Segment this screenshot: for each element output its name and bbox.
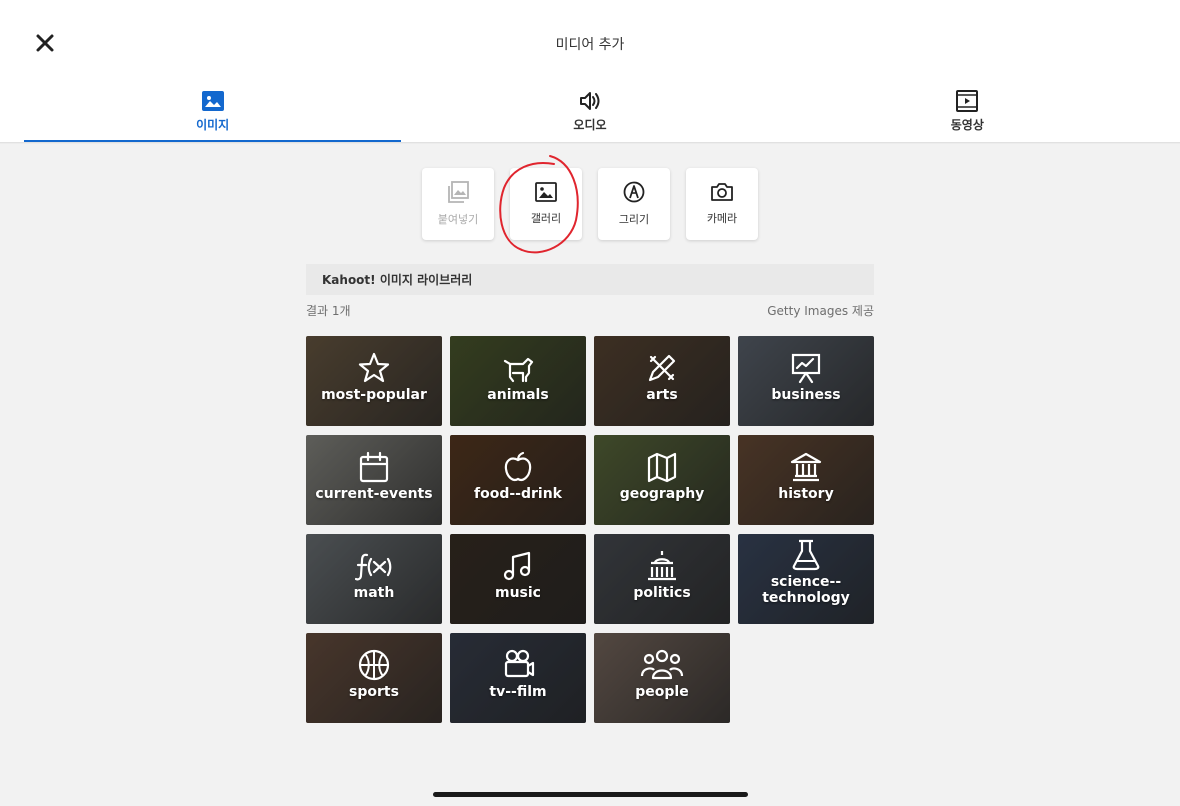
tab-audio[interactable]: 오디오 xyxy=(401,78,778,143)
category-tile[interactable]: sports xyxy=(306,633,442,723)
draw-label: 그리기 xyxy=(618,213,650,226)
tab-image[interactable]: 이미지 xyxy=(24,78,402,143)
category-tile[interactable]: arts xyxy=(594,336,730,426)
music-note-icon xyxy=(503,551,531,581)
camera-label: 카메라 xyxy=(706,212,738,225)
category-tile[interactable]: food--drink xyxy=(450,435,586,525)
animal-icon xyxy=(503,357,534,383)
category-tile[interactable]: music xyxy=(450,534,586,624)
draw-button[interactable]: 그리기 xyxy=(598,168,670,240)
speaker-icon xyxy=(579,92,600,110)
category-label: current-events xyxy=(315,486,433,502)
capitol-icon xyxy=(648,551,676,581)
function-icon xyxy=(355,553,392,581)
calendar-icon xyxy=(359,451,389,483)
basketball-icon xyxy=(358,649,390,681)
provider-credit: Getty Images 제공 xyxy=(767,304,874,318)
media-type-tabs: 이미지 오디오 동영상 xyxy=(24,78,1156,143)
category-label: animals xyxy=(487,387,549,403)
top-bar: 미디어 추가 이미지 오디오 동영상 xyxy=(0,0,1180,143)
paste-button[interactable]: 붙여넣기 xyxy=(422,168,494,240)
category-tile[interactable]: geography xyxy=(594,435,730,525)
paste-label: 붙여넣기 xyxy=(437,213,479,226)
tab-audio-label: 오디오 xyxy=(573,118,607,132)
gallery-label: 갤러리 xyxy=(530,212,562,225)
category-tile[interactable]: current-events xyxy=(306,435,442,525)
tab-video[interactable]: 동영상 xyxy=(779,78,1156,143)
category-tile[interactable]: math xyxy=(306,534,442,624)
paste-icon xyxy=(448,181,469,203)
category-label: history xyxy=(778,486,834,502)
category-label: food--drink xyxy=(474,486,562,502)
category-tile[interactable]: history xyxy=(738,435,874,525)
camera-button[interactable]: 카메라 xyxy=(686,168,758,240)
group-icon xyxy=(640,649,684,680)
results-count: 결과 1개 xyxy=(306,304,351,318)
home-indicator[interactable] xyxy=(433,792,748,797)
category-tile[interactable]: politics xyxy=(594,534,730,624)
star-icon xyxy=(358,352,390,383)
tab-video-label: 동영상 xyxy=(950,118,984,132)
page-title: 미디어 추가 xyxy=(555,37,625,53)
gallery-button[interactable]: 갤러리 xyxy=(510,168,582,240)
category-label: people xyxy=(635,684,689,700)
tab-image-label: 이미지 xyxy=(196,118,230,132)
category-tile[interactable]: tv--film xyxy=(450,633,586,723)
category-label: math xyxy=(353,585,395,601)
category-label: sports xyxy=(349,684,399,700)
category-tile[interactable]: most-popular xyxy=(306,336,442,426)
category-tile[interactable]: people xyxy=(594,633,730,723)
category-tile[interactable]: business xyxy=(738,336,874,426)
presentation-icon xyxy=(791,353,821,384)
category-label: most-popular xyxy=(321,387,427,403)
video-icon xyxy=(956,90,979,112)
category-grid: most-popular animals arts business curre… xyxy=(306,336,874,723)
library-header: Kahoot! 이미지 라이브러리 xyxy=(306,264,874,295)
category-label: politics xyxy=(633,585,691,601)
gallery-icon xyxy=(535,182,557,202)
category-label: music xyxy=(495,585,541,601)
category-label: business xyxy=(771,387,841,403)
tabs-divider xyxy=(0,142,1180,144)
map-icon xyxy=(647,452,677,483)
film-camera-icon xyxy=(504,649,535,678)
image-icon xyxy=(201,91,224,111)
museum-icon xyxy=(790,452,822,482)
category-label: geography xyxy=(619,486,705,502)
image-sources: 붙여넣기 갤러리 그리기 카메라 xyxy=(422,168,758,240)
category-label: arts xyxy=(646,387,678,403)
apple-icon xyxy=(504,451,532,481)
category-tile[interactable]: animals xyxy=(450,336,586,426)
category-label: tv--film xyxy=(489,684,547,700)
pencil-ruler-icon xyxy=(648,354,676,382)
category-tile[interactable]: science-- technology xyxy=(738,534,874,624)
draw-icon xyxy=(623,181,645,203)
camera-icon xyxy=(711,183,733,201)
flask-icon xyxy=(792,539,820,571)
category-label: science-- technology xyxy=(762,574,850,606)
